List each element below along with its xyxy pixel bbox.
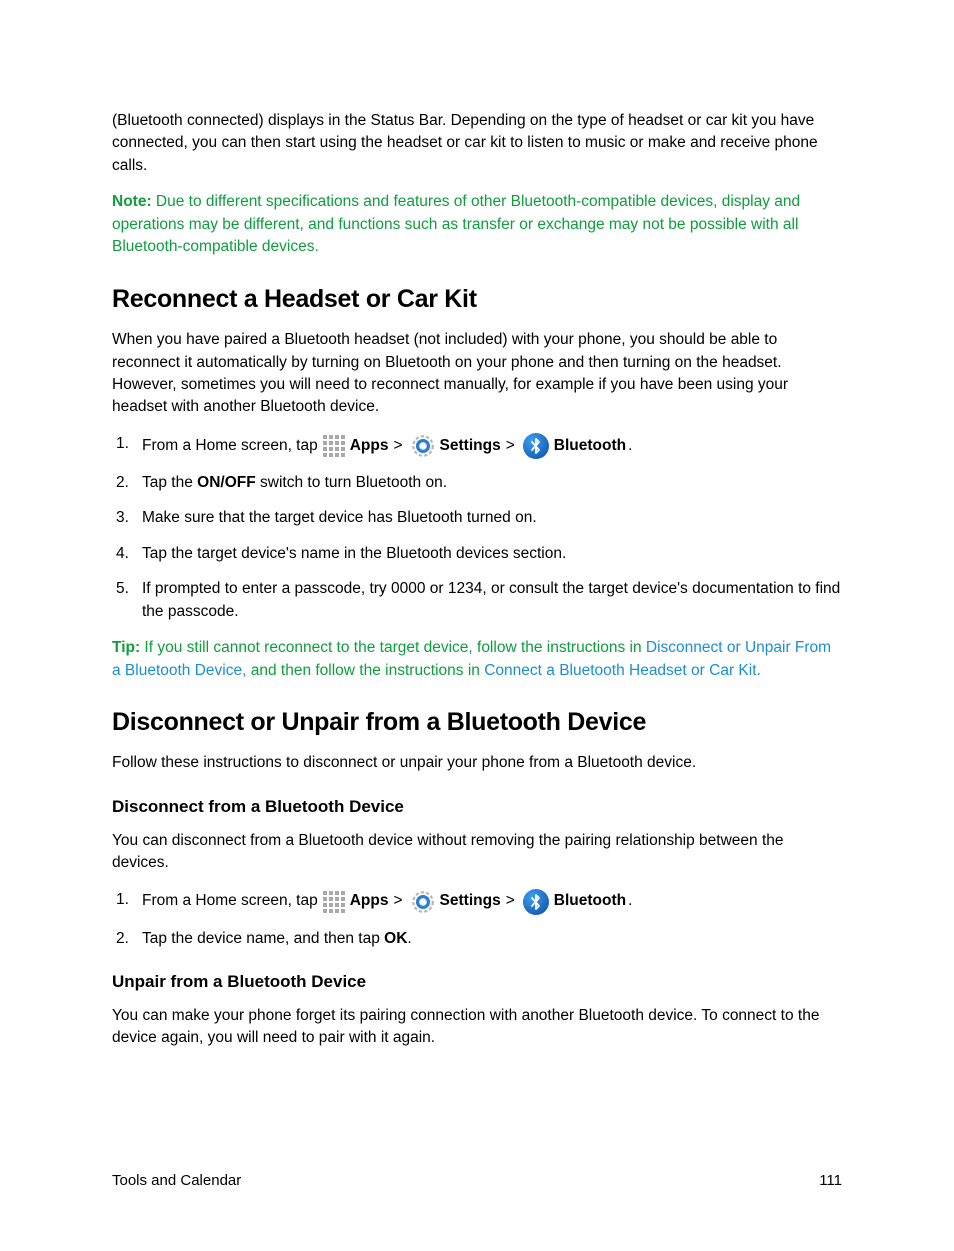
subheading-disconnect: Disconnect from a Bluetooth Device bbox=[112, 795, 842, 820]
heading-reconnect: Reconnect a Headset or Car Kit bbox=[112, 281, 842, 317]
link-connect-headset[interactable]: Connect a Bluetooth Headset or Car Kit bbox=[484, 662, 756, 679]
intro-paragraph: (Bluetooth connected) displays in the St… bbox=[112, 110, 842, 177]
footer-section: Tools and Calendar bbox=[112, 1170, 241, 1192]
apps-grid-icon bbox=[322, 891, 346, 913]
breadcrumb-separator: > bbox=[506, 890, 515, 912]
reconnect-intro: When you have paired a Bluetooth headset… bbox=[112, 329, 842, 419]
disconnect-intro: Follow these instructions to disconnect … bbox=[112, 752, 842, 774]
tip-text: . bbox=[757, 662, 761, 679]
note-text: Due to different specifications and feat… bbox=[112, 193, 800, 255]
step-body: Tap the ON/OFF switch to turn Bluetooth … bbox=[142, 472, 842, 494]
note-paragraph: Note: Due to different specifications an… bbox=[112, 191, 842, 258]
period: . bbox=[628, 435, 632, 457]
footer-page-number: 111 bbox=[819, 1170, 842, 1192]
breadcrumb-separator: > bbox=[506, 435, 515, 457]
step-text: From a Home screen, tap bbox=[142, 435, 318, 457]
step-number: 5. bbox=[112, 578, 142, 600]
list-item: 1. From a Home screen, tap Apps > Settin… bbox=[112, 889, 842, 915]
apps-grid-icon bbox=[322, 435, 346, 457]
bluetooth-label: Bluetooth bbox=[554, 890, 626, 912]
settings-label: Settings bbox=[440, 435, 501, 457]
settings-gear-icon bbox=[410, 433, 436, 459]
period: . bbox=[628, 890, 632, 912]
list-item: 1. From a Home screen, tap Apps > Settin… bbox=[112, 433, 842, 459]
tip-text: and then follow the instructions in bbox=[246, 662, 484, 679]
breadcrumb-separator: > bbox=[393, 890, 402, 912]
step-number: 2. bbox=[112, 472, 142, 494]
disconnect-sub-intro: You can disconnect from a Bluetooth devi… bbox=[112, 830, 842, 875]
apps-label: Apps bbox=[350, 435, 389, 457]
step-number: 1. bbox=[112, 433, 142, 455]
list-item: 5. If prompted to enter a passcode, try … bbox=[112, 578, 842, 623]
list-item: 3. Make sure that the target device has … bbox=[112, 507, 842, 529]
tip-text: If you still cannot reconnect to the tar… bbox=[140, 639, 646, 656]
step-body: Tap the device name, and then tap OK. bbox=[142, 928, 842, 950]
bluetooth-icon bbox=[523, 889, 549, 915]
step-number: 3. bbox=[112, 507, 142, 529]
page-footer: Tools and Calendar 111 bbox=[112, 1170, 842, 1192]
tip-label: Tip: bbox=[112, 639, 140, 656]
step-text: From a Home screen, tap bbox=[142, 890, 318, 912]
step-number: 2. bbox=[112, 928, 142, 950]
breadcrumb-separator: > bbox=[393, 435, 402, 457]
step-body: From a Home screen, tap Apps > Settings … bbox=[142, 889, 842, 915]
step-body: From a Home screen, tap Apps > Settings … bbox=[142, 433, 842, 459]
step-body: Tap the target device's name in the Blue… bbox=[142, 543, 842, 565]
list-item: 4. Tap the target device's name in the B… bbox=[112, 543, 842, 565]
tip-paragraph: Tip: If you still cannot reconnect to th… bbox=[112, 637, 842, 682]
step-number: 1. bbox=[112, 889, 142, 911]
step-body: Make sure that the target device has Blu… bbox=[142, 507, 842, 529]
heading-disconnect: Disconnect or Unpair from a Bluetooth De… bbox=[112, 704, 842, 740]
disconnect-steps-list: 1. From a Home screen, tap Apps > Settin… bbox=[112, 889, 842, 950]
reconnect-steps-list: 1. From a Home screen, tap Apps > Settin… bbox=[112, 433, 842, 623]
unpair-intro: You can make your phone forget its pairi… bbox=[112, 1005, 842, 1050]
list-item: 2. Tap the ON/OFF switch to turn Bluetoo… bbox=[112, 472, 842, 494]
list-item: 2. Tap the device name, and then tap OK. bbox=[112, 928, 842, 950]
settings-label: Settings bbox=[440, 890, 501, 912]
apps-label: Apps bbox=[350, 890, 389, 912]
bluetooth-label: Bluetooth bbox=[554, 435, 626, 457]
bluetooth-icon bbox=[523, 433, 549, 459]
step-body: If prompted to enter a passcode, try 000… bbox=[142, 578, 842, 623]
note-label: Note: bbox=[112, 193, 152, 210]
settings-gear-icon bbox=[410, 889, 436, 915]
step-number: 4. bbox=[112, 543, 142, 565]
subheading-unpair: Unpair from a Bluetooth Device bbox=[112, 970, 842, 995]
